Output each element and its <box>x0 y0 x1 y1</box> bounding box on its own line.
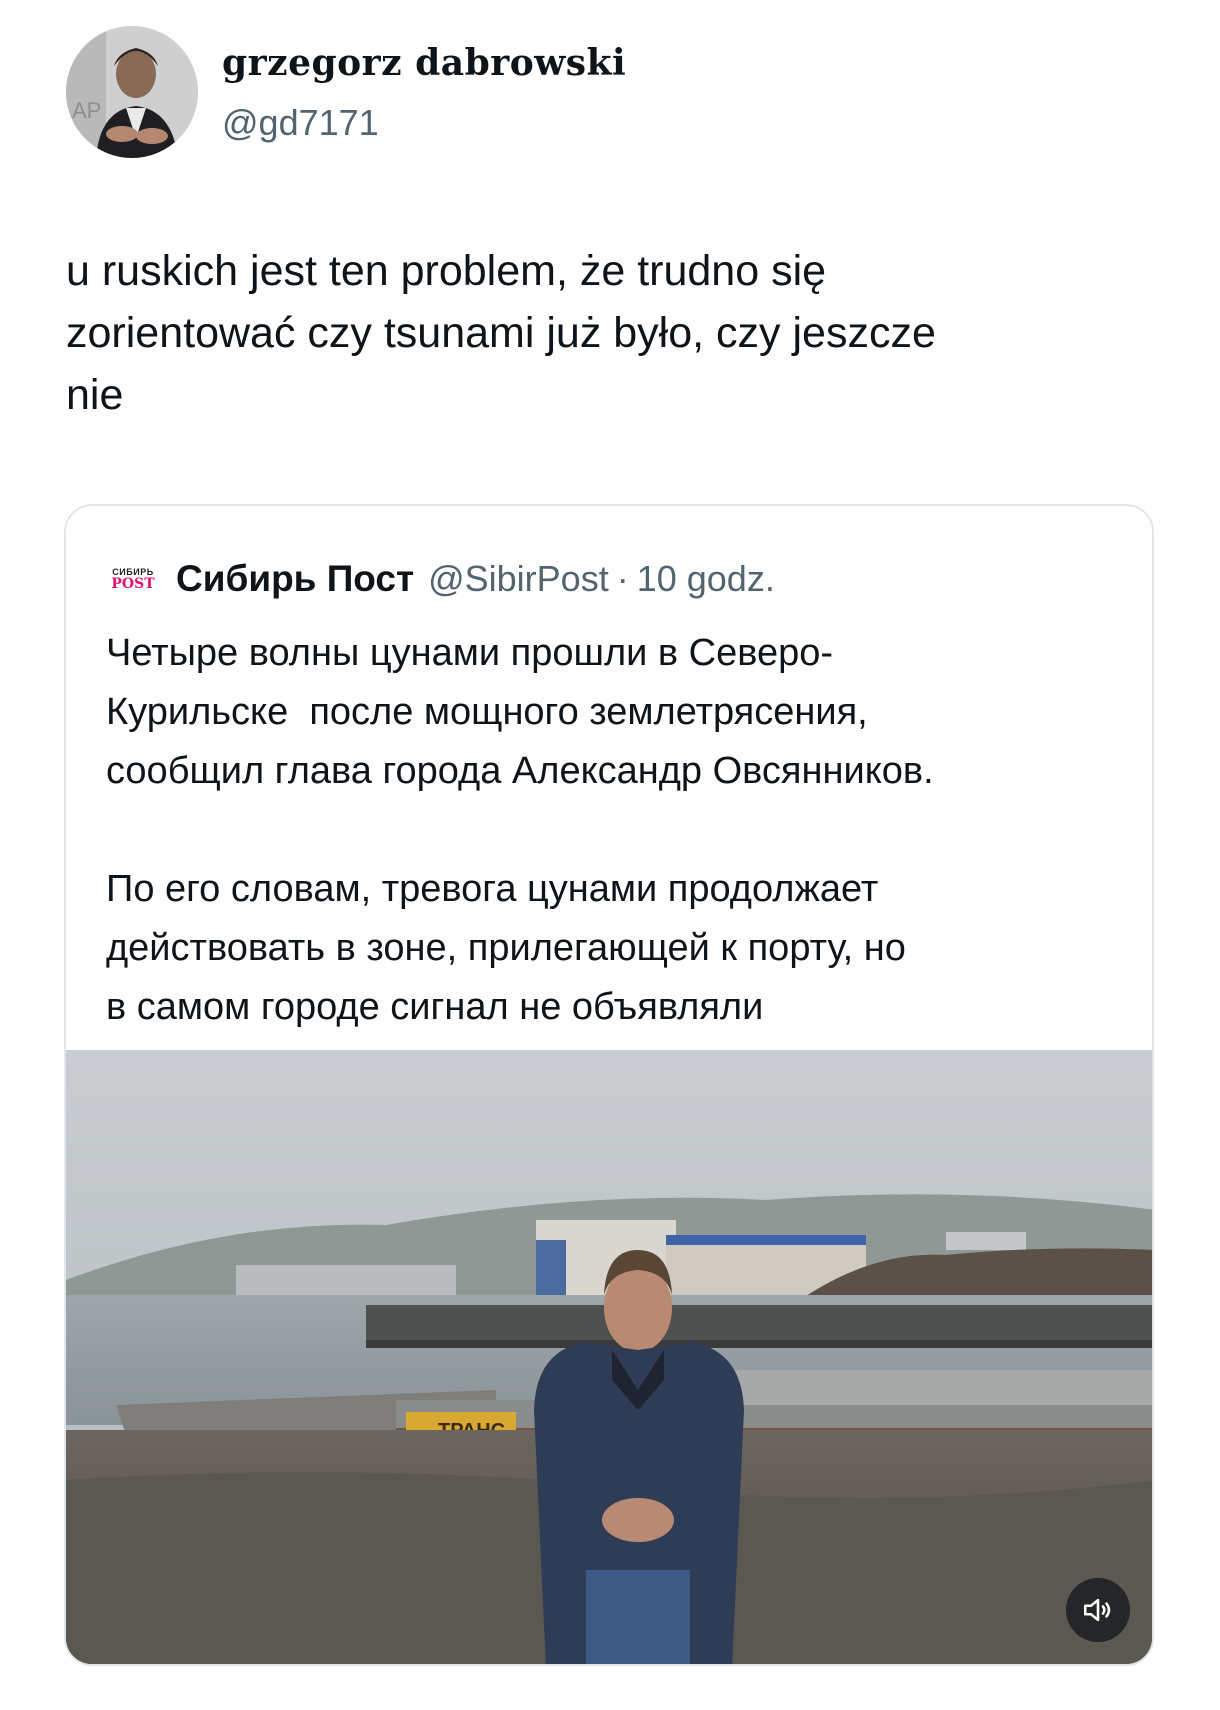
sibirpost-logo-icon[interactable]: СИБИРЬ POST <box>102 562 164 596</box>
video-frame-image: ТРАНС <box>66 1050 1152 1664</box>
avatar-photo: AP <box>66 26 198 158</box>
speaker-volume-icon <box>1083 1598 1111 1622</box>
quoted-timestamp[interactable]: 10 godz. <box>637 558 775 600</box>
video-sound-button[interactable] <box>1066 1578 1130 1642</box>
logo-bottom-text: POST <box>111 575 155 592</box>
quoted-tweet-card[interactable]: СИБИРЬ POST Сибирь Пост @SibirPost · 10 … <box>64 504 1154 1666</box>
user-avatar[interactable]: AP <box>66 26 198 158</box>
quoted-tweet-header: СИБИРЬ POST Сибирь Пост @SibirPost · 10 … <box>102 554 775 604</box>
quoted-video[interactable]: ТРАНС <box>66 1050 1152 1664</box>
author-handle[interactable]: @gd7171 <box>222 102 379 144</box>
quoted-tweet-text: Четыре волны цунами прошли в Северо- Кур… <box>106 632 934 1028</box>
quoted-handle[interactable]: @SibirPost <box>428 558 609 600</box>
tweet-text: u ruskich jest ten problem, że trudno si… <box>66 247 936 419</box>
svg-text:AP: AP <box>72 98 101 123</box>
tweet: AP grzegorz dabrowski @gd7171 u ruskich … <box>0 0 1220 1710</box>
author-display-name[interactable]: grzegorz dabrowski <box>222 42 626 84</box>
quoted-display-name[interactable]: Сибирь Пост <box>176 558 414 600</box>
separator-dot: · <box>616 558 629 599</box>
